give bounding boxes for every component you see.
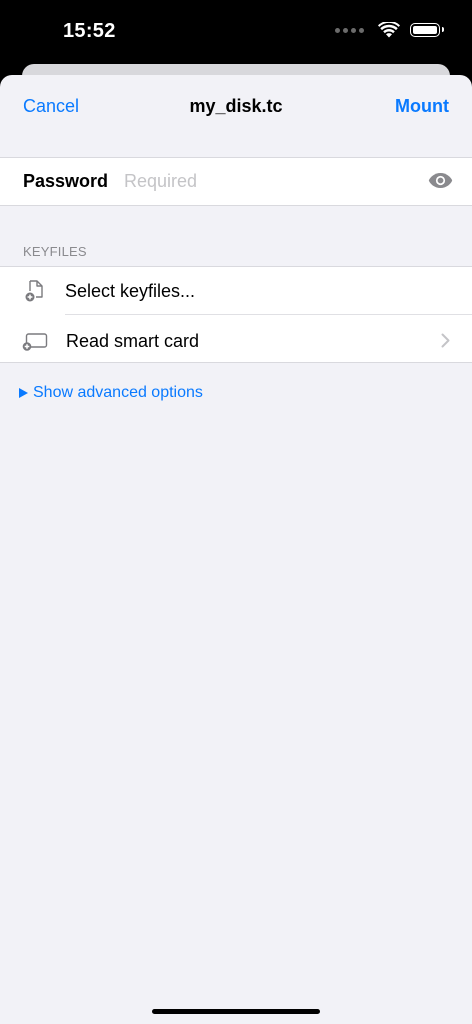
status-icons <box>335 22 444 38</box>
signal-dots-icon <box>335 27 364 33</box>
mount-button[interactable]: Mount <box>395 96 449 117</box>
disclosure-triangle-icon <box>19 388 28 398</box>
show-advanced-options-label: Show advanced options <box>33 384 203 401</box>
show-advanced-options-link[interactable]: Show advanced options <box>19 384 203 402</box>
add-file-icon <box>25 280 43 302</box>
read-smart-card-row[interactable]: Read smart card <box>0 315 472 362</box>
password-row: Password <box>0 157 472 206</box>
home-indicator[interactable] <box>152 1009 320 1014</box>
password-field[interactable] <box>124 166 404 196</box>
navigation-bar: Cancel my_disk.tc Mount <box>0 75 472 139</box>
add-smart-card-icon <box>22 333 48 351</box>
wifi-icon <box>378 22 400 38</box>
keyfiles-group: Select keyfiles... Read smart card <box>0 266 472 363</box>
status-bar: 15:52 <box>0 0 472 64</box>
keyfiles-section-header: KEYFILES <box>23 244 87 259</box>
select-keyfiles-row[interactable]: Select keyfiles... <box>0 267 472 315</box>
chevron-right-icon <box>441 333 450 348</box>
select-keyfiles-label: Select keyfiles... <box>65 281 196 301</box>
battery-icon <box>410 23 444 37</box>
eye-icon[interactable] <box>428 172 453 189</box>
status-time: 15:52 <box>63 20 116 42</box>
read-smart-card-label: Read smart card <box>66 331 200 351</box>
mount-sheet: Cancel my_disk.tc Mount Password KEYFILE… <box>0 75 472 1024</box>
password-label: Password <box>23 171 109 191</box>
